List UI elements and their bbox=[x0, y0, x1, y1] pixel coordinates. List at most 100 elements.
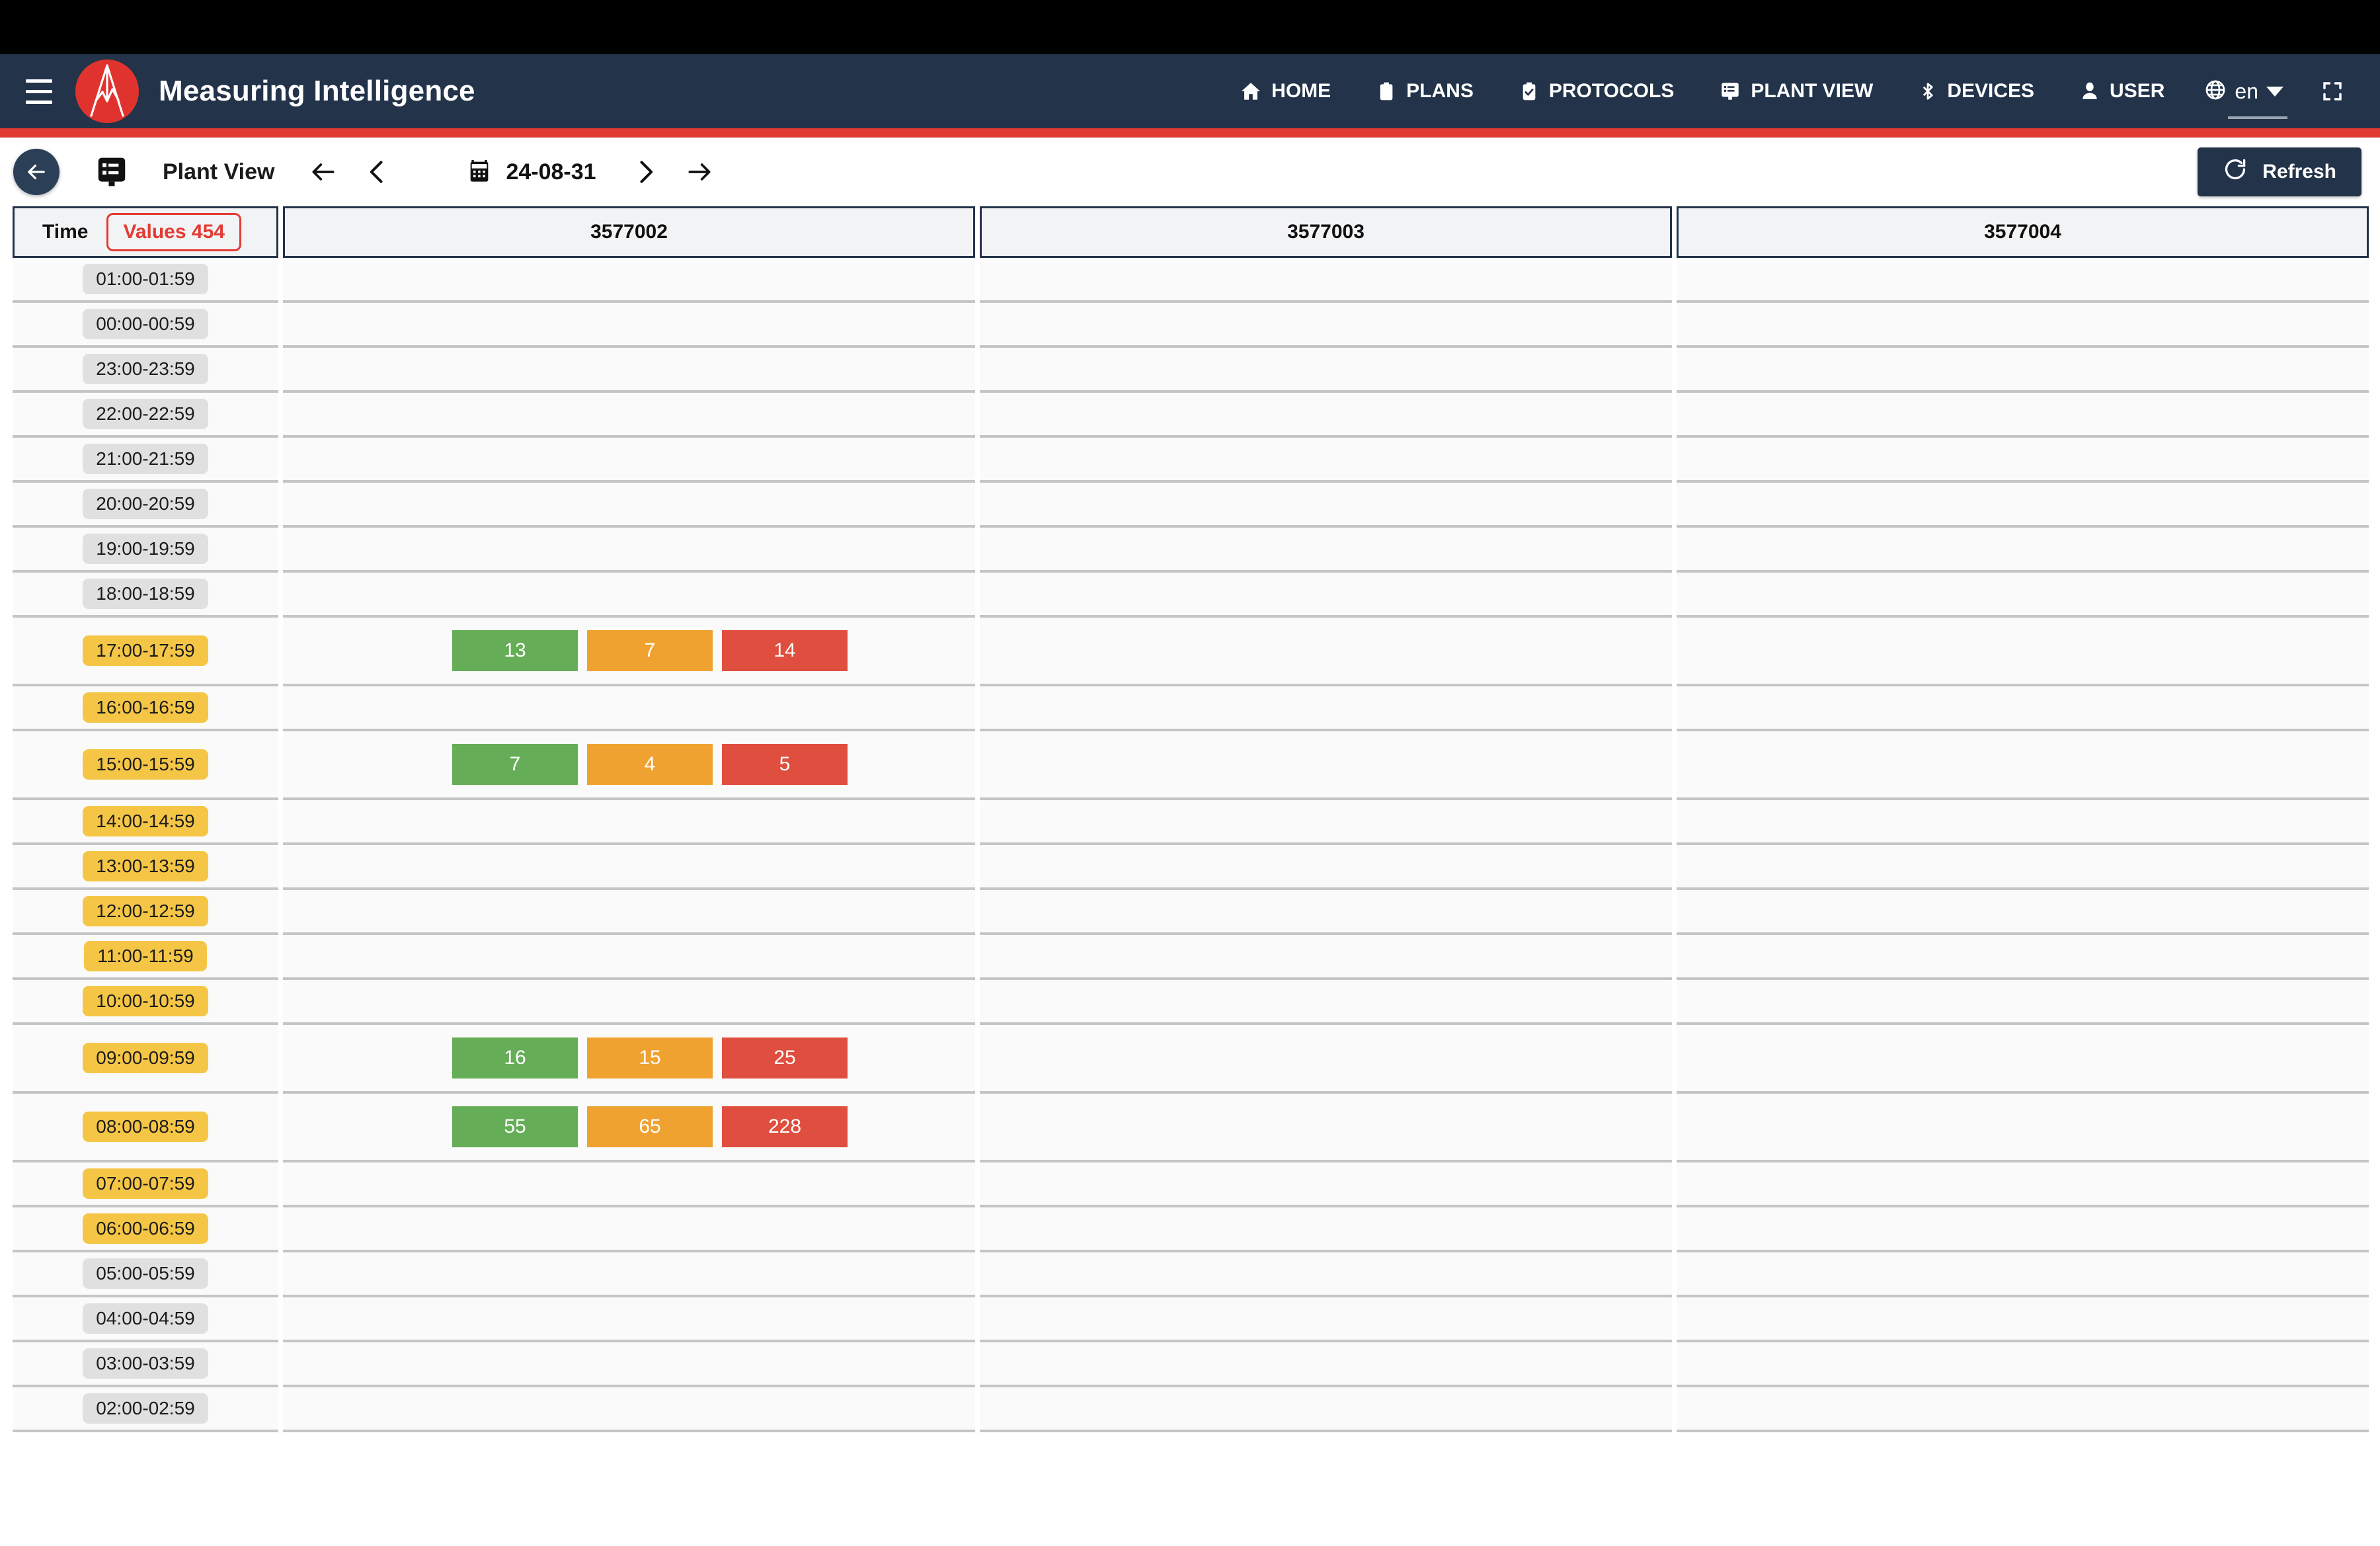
value-cell[interactable] bbox=[980, 1342, 1672, 1387]
back-button[interactable] bbox=[13, 149, 60, 195]
value-cell[interactable] bbox=[980, 1252, 1672, 1297]
value-cell[interactable] bbox=[283, 1207, 975, 1252]
value-cell[interactable] bbox=[1677, 686, 2369, 731]
value-cell[interactable] bbox=[1677, 483, 2369, 528]
value-cell[interactable] bbox=[980, 1094, 1672, 1162]
refresh-button[interactable]: Refresh bbox=[2198, 147, 2361, 196]
value-cell[interactable] bbox=[1677, 935, 2369, 980]
value-cell[interactable] bbox=[1677, 528, 2369, 573]
value-cell[interactable]: 13 7 14 bbox=[283, 618, 975, 686]
value-cell[interactable] bbox=[1677, 731, 2369, 800]
nav-item-user[interactable]: USER bbox=[2057, 80, 2187, 102]
nav-item-devices[interactable]: DEVICES bbox=[1895, 79, 2057, 103]
value-cell[interactable] bbox=[283, 258, 975, 303]
value-cell[interactable] bbox=[283, 303, 975, 348]
value-cell[interactable] bbox=[283, 483, 975, 528]
column-header-3577002[interactable]: 3577002 bbox=[283, 206, 975, 258]
value-cell[interactable]: 16 15 25 bbox=[283, 1025, 975, 1094]
value-cell[interactable] bbox=[980, 303, 1672, 348]
menu-icon[interactable] bbox=[19, 71, 60, 112]
value-chip-orange[interactable]: 15 bbox=[587, 1037, 713, 1078]
value-cell[interactable] bbox=[283, 1387, 975, 1432]
value-cell[interactable] bbox=[1677, 393, 2369, 438]
language-selector[interactable]: en bbox=[2187, 79, 2298, 119]
value-chip-orange[interactable]: 4 bbox=[587, 744, 713, 785]
value-cell[interactable] bbox=[980, 348, 1672, 393]
nav-item-protocols[interactable]: PROTOCOLS bbox=[1496, 80, 1696, 102]
value-cell[interactable] bbox=[283, 393, 975, 438]
value-cell[interactable] bbox=[980, 935, 1672, 980]
value-cell[interactable] bbox=[1677, 980, 2369, 1025]
value-cell[interactable] bbox=[980, 800, 1672, 845]
nav-item-plant-view[interactable]: PLANT VIEW bbox=[1696, 80, 1895, 102]
value-cell[interactable] bbox=[1677, 1297, 2369, 1342]
value-cell[interactable] bbox=[980, 686, 1672, 731]
value-cell[interactable] bbox=[980, 258, 1672, 303]
value-cell[interactable] bbox=[1677, 438, 2369, 483]
value-cell[interactable] bbox=[980, 1162, 1672, 1207]
value-cell[interactable] bbox=[283, 1297, 975, 1342]
value-chip-green[interactable]: 7 bbox=[452, 744, 578, 785]
nav-last-button[interactable] bbox=[685, 157, 714, 186]
value-cell[interactable] bbox=[1677, 1094, 2369, 1162]
value-chip-red[interactable]: 25 bbox=[722, 1037, 848, 1078]
value-cell[interactable] bbox=[1677, 845, 2369, 890]
value-cell[interactable] bbox=[980, 573, 1672, 618]
value-cell[interactable] bbox=[283, 845, 975, 890]
value-cell[interactable] bbox=[980, 1207, 1672, 1252]
value-cell[interactable] bbox=[1677, 573, 2369, 618]
value-chip-orange[interactable]: 7 bbox=[587, 630, 713, 671]
value-cell[interactable] bbox=[1677, 1252, 2369, 1297]
value-chip-orange[interactable]: 65 bbox=[587, 1106, 713, 1147]
value-cell[interactable] bbox=[1677, 890, 2369, 935]
value-cell[interactable] bbox=[283, 528, 975, 573]
value-cell[interactable] bbox=[1677, 800, 2369, 845]
value-chip-red[interactable]: 228 bbox=[722, 1106, 848, 1147]
date-picker[interactable]: 24-08-31 bbox=[466, 156, 596, 188]
value-cell[interactable] bbox=[283, 348, 975, 393]
nav-item-plans[interactable]: PLANS bbox=[1353, 80, 1496, 102]
column-header-3577003[interactable]: 3577003 bbox=[980, 206, 1672, 258]
value-cell[interactable] bbox=[1677, 1387, 2369, 1432]
value-cell[interactable] bbox=[980, 1297, 1672, 1342]
value-cell[interactable] bbox=[283, 800, 975, 845]
value-cell[interactable] bbox=[1677, 1342, 2369, 1387]
value-cell[interactable]: 745 bbox=[283, 731, 975, 800]
value-cell[interactable] bbox=[283, 935, 975, 980]
value-chip-green[interactable]: 16 bbox=[452, 1037, 578, 1078]
nav-first-button[interactable] bbox=[309, 157, 338, 186]
value-cell[interactable] bbox=[1677, 348, 2369, 393]
value-cell[interactable] bbox=[1677, 618, 2369, 686]
value-cell[interactable] bbox=[980, 1025, 1672, 1094]
value-cell[interactable] bbox=[283, 1252, 975, 1297]
value-cell[interactable] bbox=[283, 1342, 975, 1387]
value-cell[interactable] bbox=[980, 393, 1672, 438]
value-cell[interactable] bbox=[980, 483, 1672, 528]
value-cell[interactable] bbox=[980, 731, 1672, 800]
value-cell[interactable] bbox=[283, 890, 975, 935]
nav-next-button[interactable] bbox=[631, 157, 660, 186]
column-header-3577004[interactable]: 3577004 bbox=[1677, 206, 2369, 258]
value-cell[interactable] bbox=[283, 686, 975, 731]
value-cell[interactable] bbox=[980, 438, 1672, 483]
nav-item-home[interactable]: HOME bbox=[1217, 80, 1353, 102]
value-chip-red[interactable]: 5 bbox=[722, 744, 848, 785]
plant-view-icon[interactable] bbox=[94, 154, 130, 190]
value-cell[interactable] bbox=[283, 980, 975, 1025]
value-cell[interactable] bbox=[980, 890, 1672, 935]
value-chip-green[interactable]: 13 bbox=[452, 630, 578, 671]
value-cell[interactable] bbox=[283, 1162, 975, 1207]
value-cell[interactable] bbox=[980, 528, 1672, 573]
value-chip-red[interactable]: 14 bbox=[722, 630, 848, 671]
value-cell[interactable] bbox=[1677, 258, 2369, 303]
value-cell[interactable] bbox=[980, 980, 1672, 1025]
value-cell[interactable] bbox=[980, 1387, 1672, 1432]
value-cell[interactable] bbox=[283, 573, 975, 618]
value-cell[interactable] bbox=[1677, 1025, 2369, 1094]
value-cell[interactable] bbox=[283, 438, 975, 483]
nav-prev-button[interactable] bbox=[363, 157, 392, 186]
value-cell[interactable] bbox=[980, 618, 1672, 686]
value-cell[interactable]: 55 65 228 bbox=[283, 1094, 975, 1162]
value-cell[interactable] bbox=[1677, 1162, 2369, 1207]
value-cell[interactable] bbox=[1677, 303, 2369, 348]
